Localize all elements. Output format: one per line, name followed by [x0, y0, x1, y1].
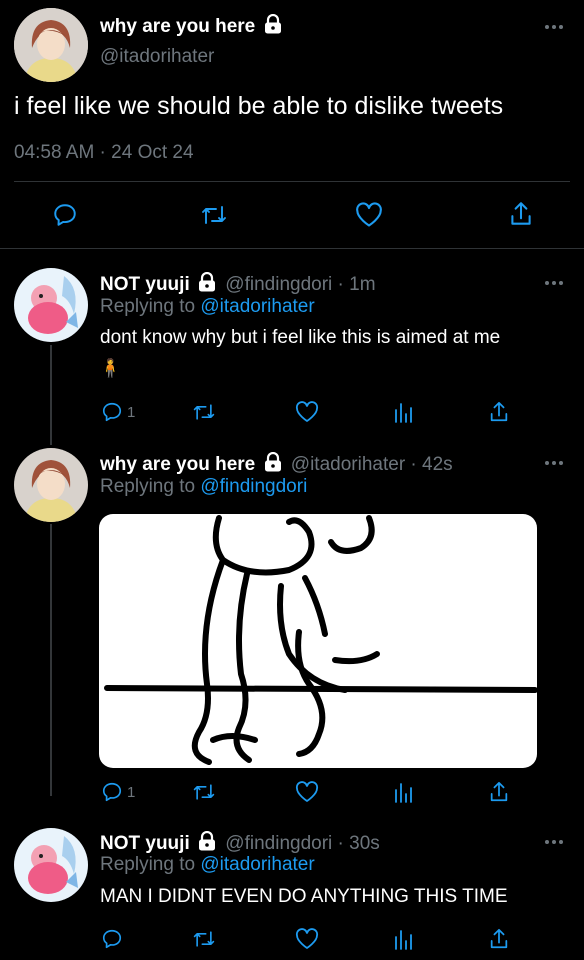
reply-time: · 42s — [410, 454, 453, 475]
attached-image[interactable] — [99, 514, 537, 768]
author-handle: @findingdori — [225, 274, 333, 295]
reply-author[interactable]: NOT yuuji @findingdori · 30s — [100, 831, 380, 855]
reply-count: 1 — [127, 404, 136, 421]
reply-text: dont know why but i feel like this is ai… — [100, 327, 501, 348]
divider — [14, 181, 570, 182]
like-icon[interactable] — [295, 781, 319, 803]
lock-icon — [198, 272, 216, 292]
reply-author[interactable]: why are you here @itadorihater · 42s — [100, 452, 453, 476]
like-icon[interactable] — [295, 401, 319, 423]
author-name: NOT yuuji — [100, 833, 190, 854]
retweet-icon[interactable] — [192, 781, 216, 803]
reply-icon[interactable] — [101, 928, 123, 950]
avatar-findingdori[interactable] — [14, 828, 88, 902]
replying-prefix: Replying to — [100, 854, 196, 875]
thread-line — [50, 524, 52, 796]
author-handle: @itadorihater — [290, 454, 406, 475]
author-handle[interactable]: @itadorihater — [100, 46, 214, 68]
retweet-icon[interactable] — [192, 401, 216, 423]
replying-to: Replying to @findingdori — [100, 476, 307, 498]
reply-emoji: 🧍 — [99, 358, 122, 378]
reply-icon[interactable] — [101, 781, 123, 803]
avatar-findingdori[interactable] — [14, 268, 88, 342]
like-icon[interactable] — [295, 928, 319, 950]
reply-time: · 1m — [337, 274, 376, 295]
reply-icon[interactable] — [52, 202, 78, 228]
analytics-icon[interactable] — [393, 927, 413, 951]
main-author[interactable]: why are you here — [100, 14, 282, 38]
retweet-icon[interactable] — [200, 202, 228, 228]
analytics-icon[interactable] — [393, 400, 413, 424]
author-name: why are you here — [100, 454, 256, 475]
divider — [0, 248, 584, 249]
share-icon[interactable] — [488, 400, 510, 424]
tweet-text: i feel like we should be able to dislike… — [14, 92, 504, 120]
replying-to: Replying to @itadorihater — [100, 296, 315, 318]
more-icon[interactable] — [544, 460, 564, 466]
share-icon[interactable] — [488, 780, 510, 804]
like-icon[interactable] — [355, 202, 383, 228]
thread-line — [50, 345, 52, 445]
more-icon[interactable] — [544, 280, 564, 286]
analytics-icon[interactable] — [393, 780, 413, 804]
replying-to-link[interactable]: @itadorihater — [200, 296, 314, 317]
replying-prefix: Replying to — [100, 476, 196, 497]
share-icon[interactable] — [488, 927, 510, 951]
lock-icon — [264, 452, 282, 472]
tweet-timestamp[interactable]: 04:58 AM · 24 Oct 24 — [14, 142, 194, 164]
avatar-itadorihater[interactable] — [14, 448, 88, 522]
more-icon[interactable] — [544, 839, 564, 845]
replying-to: Replying to @itadorihater — [100, 854, 315, 876]
share-icon[interactable] — [508, 200, 534, 228]
replying-to-link[interactable]: @itadorihater — [200, 854, 314, 875]
replying-prefix: Replying to — [100, 296, 196, 317]
reply-icon[interactable] — [101, 401, 123, 423]
more-icon[interactable] — [544, 24, 564, 30]
lock-icon — [264, 14, 282, 34]
author-name: why are you here — [100, 16, 256, 37]
retweet-icon[interactable] — [192, 928, 216, 950]
author-handle: @findingdori — [225, 833, 333, 854]
replying-to-link[interactable]: @findingdori — [200, 476, 307, 497]
reply-count: 1 — [127, 784, 136, 801]
reply-time: · 30s — [337, 833, 380, 854]
reply-author[interactable]: NOT yuuji @findingdori · 1m — [100, 272, 376, 296]
avatar-itadorihater[interactable] — [14, 8, 88, 82]
reply-text: MAN I DIDNT EVEN DO ANYTHING THIS TIME — [100, 886, 508, 907]
author-name: NOT yuuji — [100, 274, 190, 295]
lock-icon — [198, 831, 216, 851]
